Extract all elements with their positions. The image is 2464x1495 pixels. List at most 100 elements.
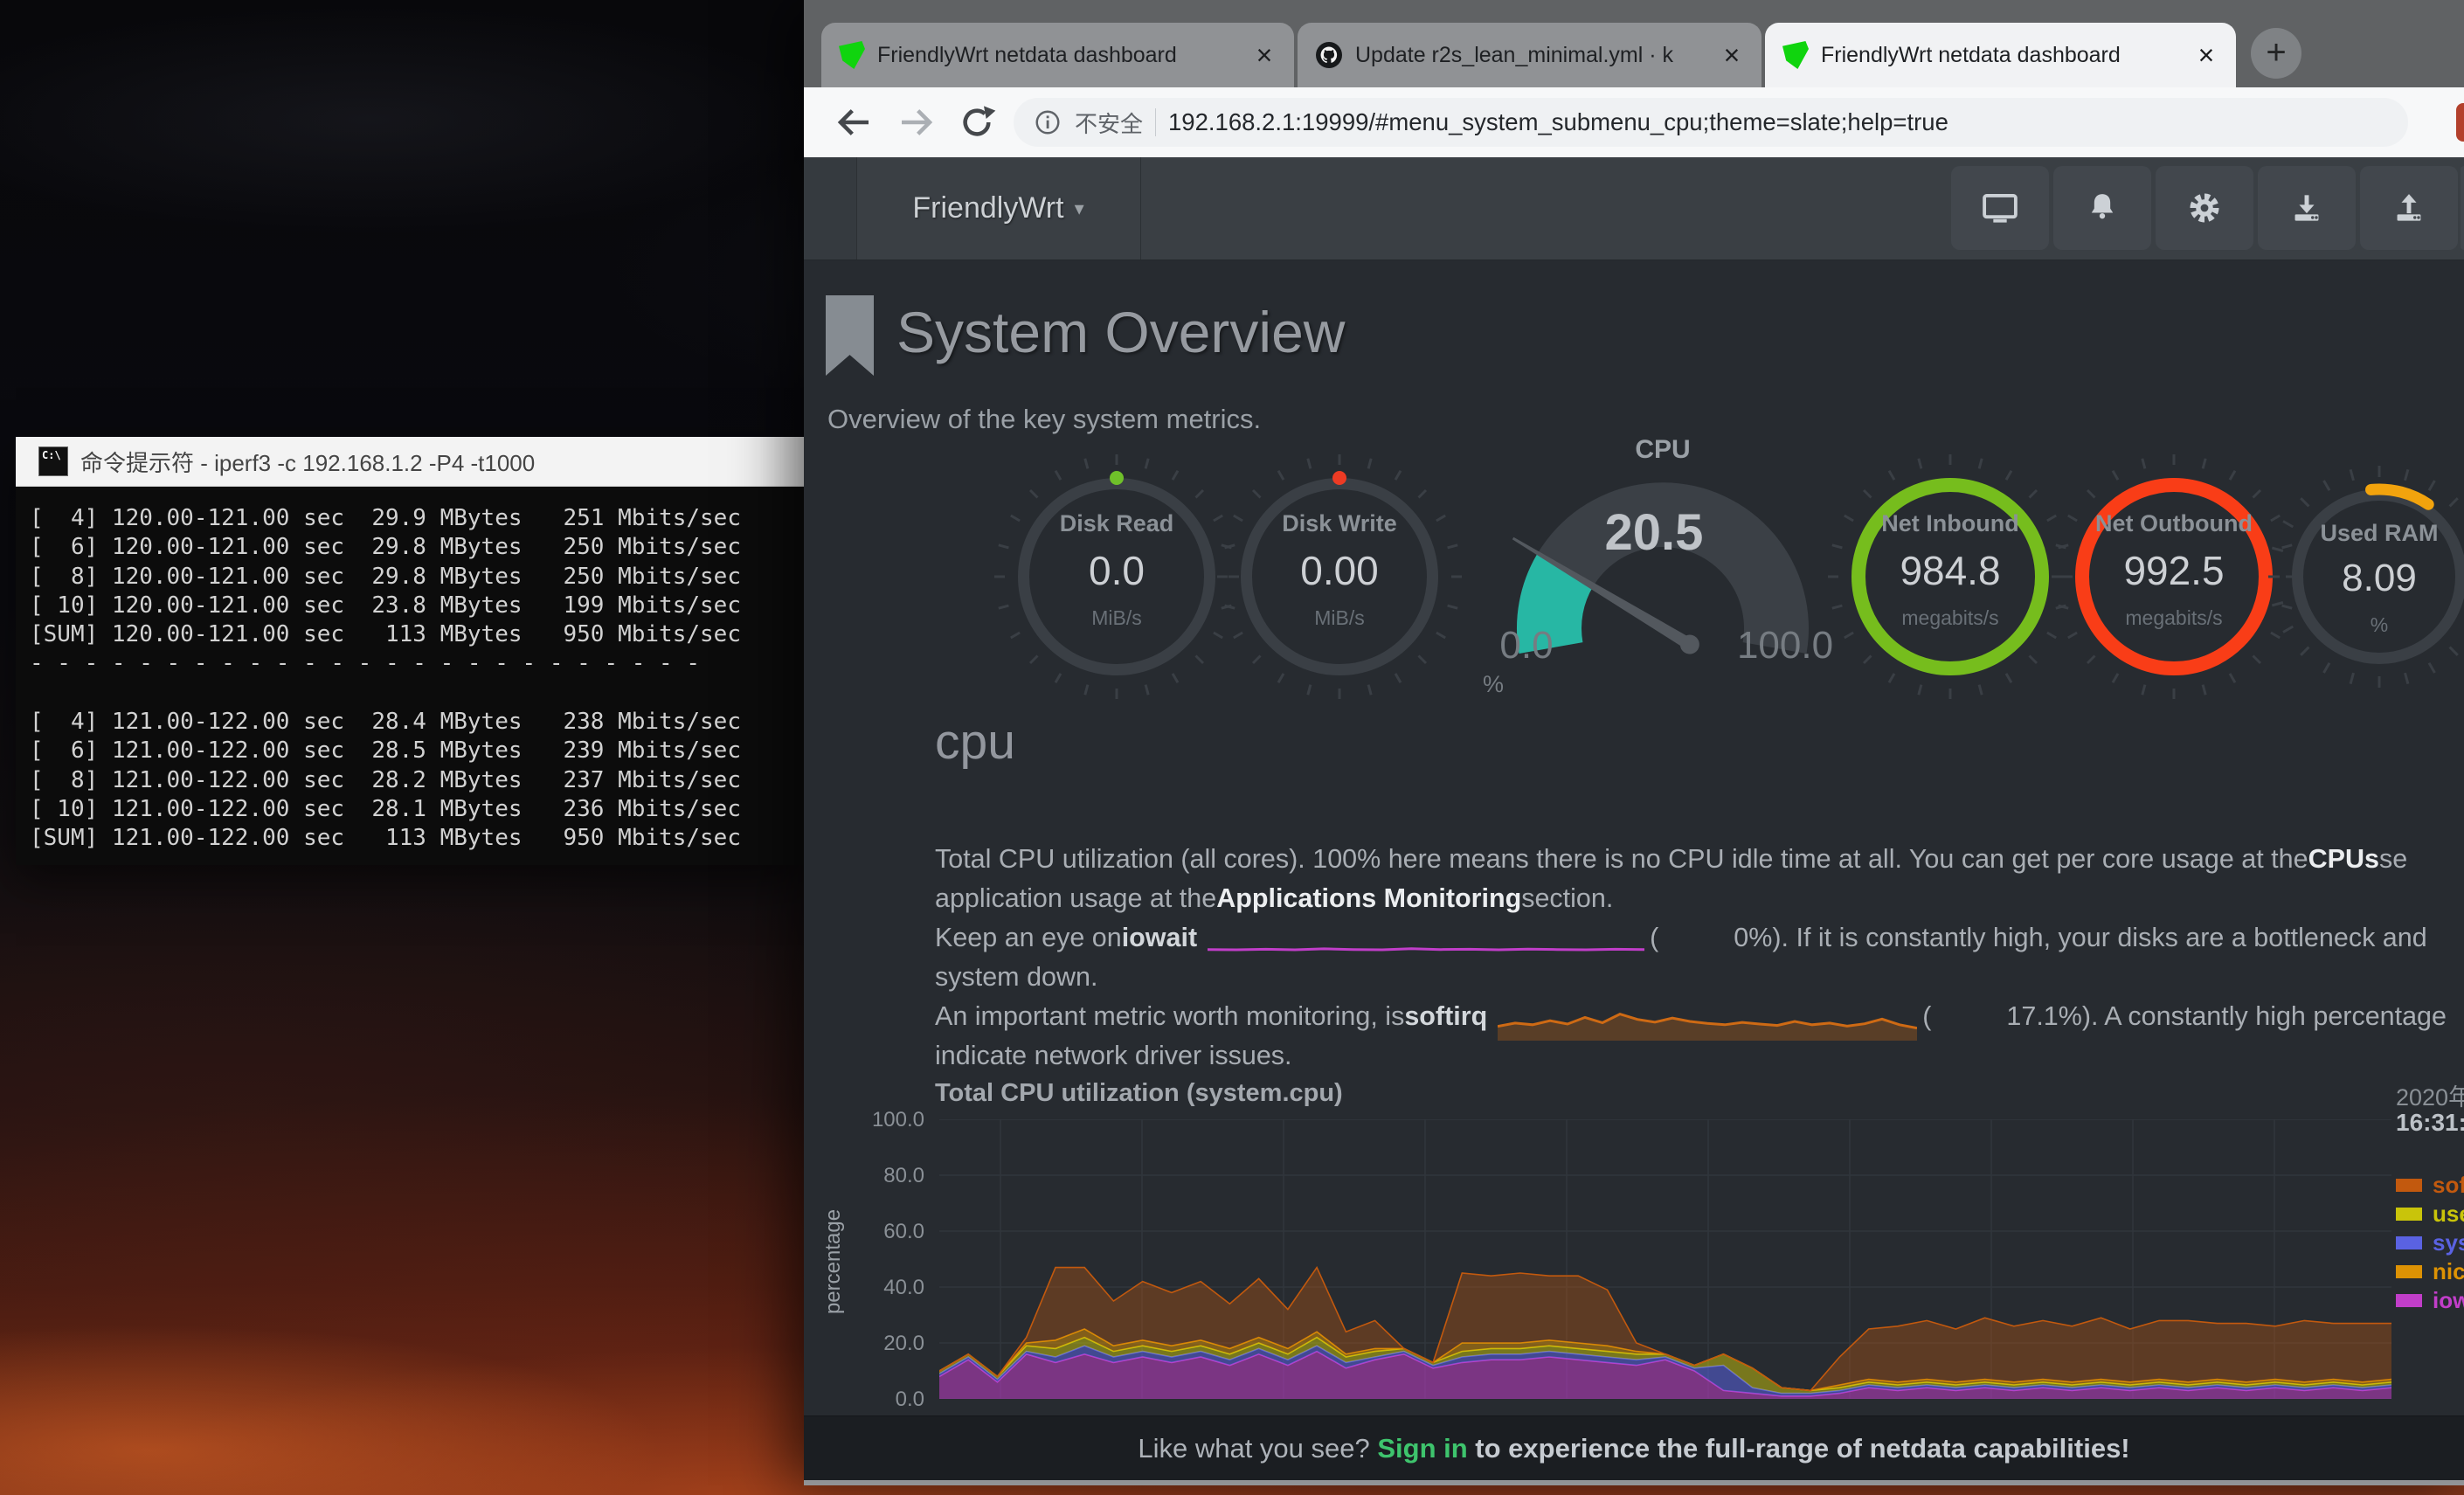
doc-text: section. xyxy=(1521,883,1613,914)
tab-close-icon[interactable]: × xyxy=(1716,39,1748,71)
status-dot xyxy=(1110,471,1124,485)
cpu-gauge-value: 20.5 xyxy=(1567,503,1741,562)
doc-text: Total CPU utilization (all cores). 100% … xyxy=(935,844,2308,875)
gear-icon xyxy=(2185,189,2224,227)
download-icon xyxy=(2288,189,2326,227)
github-favicon xyxy=(1315,41,1343,69)
cpu-chart-plot[interactable] xyxy=(939,1119,2391,1399)
legend-label: system xyxy=(2433,1229,2464,1256)
doc-text: system down. xyxy=(935,962,1097,993)
chart-timestamp-time: 16:31:2 xyxy=(2396,1109,2464,1137)
bookmark-icon xyxy=(826,295,874,376)
doc-text: ( xyxy=(1650,923,1658,953)
gauge-used-ram: Used RAM 8.09 % xyxy=(2248,446,2464,708)
extension-icon[interactable] xyxy=(2456,103,2464,142)
gauge-value: 0.00 xyxy=(1208,547,1471,594)
legend-item-iowait[interactable]: iowait xyxy=(2396,1286,2464,1315)
gauge-label: Disk Write xyxy=(1208,510,1471,537)
tab-title: FriendlyWrt netdata dashboard xyxy=(877,43,1236,68)
y-tick: 40.0 xyxy=(856,1276,924,1300)
doc-line-2: application usage at the Applications Mo… xyxy=(935,879,1613,918)
url-input[interactable]: 不安全 192.168.2.1:19999/#menu_system_subme… xyxy=(1014,98,2408,147)
applications-monitoring-link[interactable]: Applications Monitoring xyxy=(1216,883,1521,914)
browser-window: FriendlyWrt netdata dashboard × Update r… xyxy=(804,0,2464,1485)
doc-line-5: An important metric worth monitoring, is… xyxy=(935,997,2447,1036)
tab-netdata-2-active[interactable]: FriendlyWrt netdata dashboard × xyxy=(1765,23,2236,87)
signin-banner: Like what you see? Sign in to experience… xyxy=(804,1415,2464,1481)
forward-icon[interactable] xyxy=(895,101,937,143)
legend-swatch xyxy=(2396,1265,2422,1278)
y-tick: 20.0 xyxy=(856,1332,924,1356)
y-axis-label: percentage xyxy=(821,1148,846,1375)
security-chip[interactable]: 不安全 xyxy=(1075,107,1143,139)
doc-line-3: Keep an eye on iowait (0%). If it is con… xyxy=(935,918,2427,958)
reload-icon[interactable] xyxy=(956,101,998,143)
tab-strip: FriendlyWrt netdata dashboard × Update r… xyxy=(804,0,2464,87)
tab-close-icon[interactable]: × xyxy=(1249,39,1280,71)
window-bottom-edge xyxy=(804,1480,2464,1485)
tab-github[interactable]: Update r2s_lean_minimal.yml · k × xyxy=(1298,23,1761,87)
gauge-value: 984.8 xyxy=(1819,547,2081,594)
screen: C:\ 命令提示符 - iperf3 -c 192.168.1.2 -P4 -t… xyxy=(0,0,2464,1495)
netdata-favicon xyxy=(839,41,865,69)
legend-item-softirq[interactable]: softirq xyxy=(2396,1171,2464,1200)
legend-item-system[interactable]: system xyxy=(2396,1229,2464,1257)
host-dropdown[interactable]: FriendlyWrt ▾ xyxy=(856,157,1141,260)
chevron-down-icon: ▾ xyxy=(1075,197,1084,220)
y-tick: 60.0 xyxy=(856,1220,924,1244)
import-button[interactable] xyxy=(2258,166,2356,250)
iowait-sparkline xyxy=(1208,924,1644,953)
tab-netdata-1[interactable]: FriendlyWrt netdata dashboard × xyxy=(821,23,1294,87)
netdata-favicon xyxy=(1782,41,1809,69)
info-icon[interactable] xyxy=(1033,107,1062,137)
legend-item-user[interactable]: user xyxy=(2396,1200,2464,1229)
tab-title: Update r2s_lean_minimal.yml · k xyxy=(1355,43,1704,68)
netdata-page: FriendlyWrt ▾ xyxy=(804,157,2464,1415)
omnibox-divider xyxy=(1155,108,1156,136)
gauge-unit: megabits/s xyxy=(1819,606,2081,630)
cpus-link[interactable]: CPUs xyxy=(2308,844,2379,875)
chart-timestamp: 2020年3 xyxy=(2396,1078,2464,1112)
back-icon[interactable] xyxy=(834,101,876,143)
banner-text: Like what you see? xyxy=(1138,1433,1377,1464)
doc-text: se xyxy=(2379,844,2407,875)
bell-icon xyxy=(2083,189,2121,227)
doc-line-6: indicate network driver issues. xyxy=(935,1036,1292,1076)
tab-close-icon[interactable]: × xyxy=(2191,39,2222,71)
console-button[interactable] xyxy=(1951,166,2049,250)
gauge-unit: MiB/s xyxy=(1208,606,1471,630)
chart-legend[interactable]: softirqusersystemniceiowait xyxy=(2396,1171,2464,1315)
y-tick: 0.0 xyxy=(856,1388,924,1412)
legend-label: nice xyxy=(2433,1258,2464,1285)
export-button[interactable] xyxy=(2360,166,2458,250)
legend-swatch xyxy=(2396,1179,2422,1192)
alarms-button[interactable] xyxy=(2053,166,2151,250)
legend-item-nice[interactable]: nice xyxy=(2396,1257,2464,1286)
sign-in-link[interactable]: Sign in xyxy=(1377,1433,1467,1464)
netdata-navbar: FriendlyWrt ▾ xyxy=(804,157,2464,260)
upload-icon xyxy=(2390,189,2428,227)
tab-title: FriendlyWrt netdata dashboard xyxy=(1821,43,2178,68)
doc-line-4: system down. xyxy=(935,958,1097,997)
browser-toolbar: 不安全 192.168.2.1:19999/#menu_system_subme… xyxy=(804,87,2464,157)
url-text[interactable]: 192.168.2.1:19999/#menu_system_submenu_c… xyxy=(1168,108,1948,136)
doc-text: 17.1%). A constantly high percentage xyxy=(1931,1001,2447,1032)
legend-swatch xyxy=(2396,1208,2422,1221)
gauge-value: 8.09 xyxy=(2248,557,2464,600)
new-tab-button[interactable]: + xyxy=(2251,28,2301,79)
page-title: System Overview xyxy=(896,299,1345,365)
settings-button[interactable] xyxy=(2156,166,2253,250)
legend-swatch xyxy=(2396,1294,2422,1307)
banner-text: to experience the full-range of netdata … xyxy=(1468,1433,2130,1464)
status-dot xyxy=(1332,471,1346,485)
cmd-icon: C:\ xyxy=(38,446,68,476)
navbar-left-cell xyxy=(804,157,857,260)
cpu-gauge-label: CPU xyxy=(1593,435,1733,465)
gauge-label: Used RAM xyxy=(2248,520,2464,547)
softirq-sparkline xyxy=(1498,1000,1917,1041)
y-tick: 80.0 xyxy=(856,1164,924,1188)
terminal-titlebar[interactable]: C:\ 命令提示符 - iperf3 -c 192.168.1.2 -P4 -t… xyxy=(16,437,804,487)
legend-label: softirq xyxy=(2433,1172,2464,1199)
terminal-window[interactable]: C:\ 命令提示符 - iperf3 -c 192.168.1.2 -P4 -t… xyxy=(16,437,804,865)
doc-line-1: Total CPU utilization (all cores). 100% … xyxy=(935,840,2407,879)
